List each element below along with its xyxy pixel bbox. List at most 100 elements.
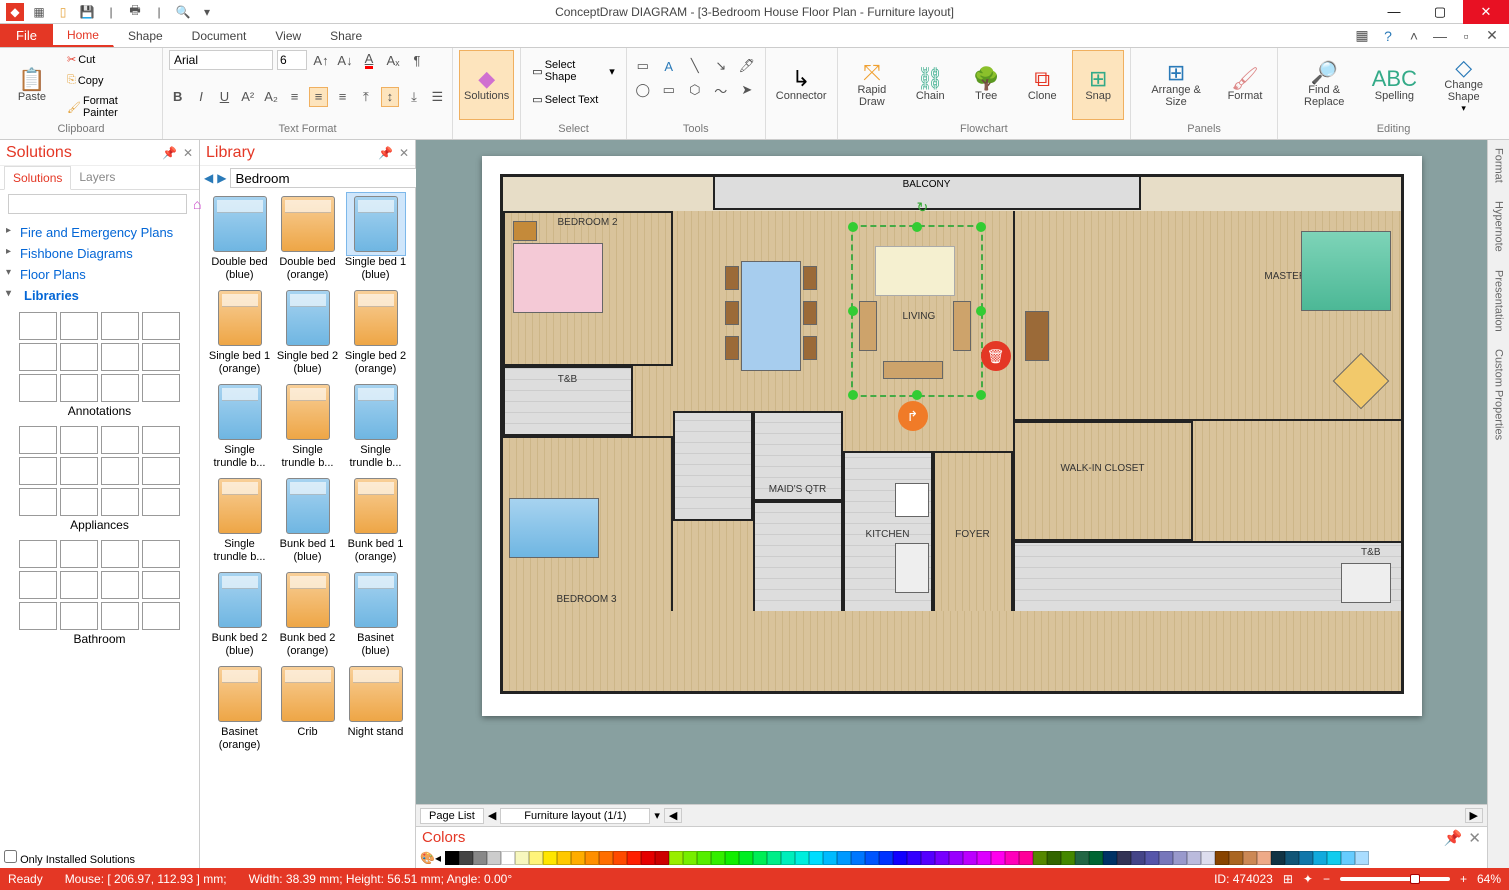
libcat-thumb[interactable] (142, 343, 180, 371)
select-text-button[interactable]: ▭ Select Text (527, 90, 619, 109)
color-swatch[interactable] (529, 851, 543, 865)
lib-next-icon[interactable]: ▶ (217, 171, 226, 185)
selection-living[interactable]: ↻ (851, 225, 983, 397)
layout-icon[interactable]: ▦ (1353, 27, 1371, 44)
libcat-thumb[interactable] (60, 488, 98, 516)
color-swatch[interactable] (1103, 851, 1117, 865)
furn-bed-pink[interactable] (513, 243, 603, 313)
collapse-ribbon-icon[interactable]: ˄ (1405, 28, 1423, 44)
drawing-page[interactable]: BALCONY BEDROOM 2 T&B BEDROOM 3 (482, 156, 1422, 716)
color-swatch[interactable] (725, 851, 739, 865)
color-swatch[interactable] (557, 851, 571, 865)
furn-nightstand[interactable] (513, 221, 537, 241)
color-swatch[interactable] (1299, 851, 1313, 865)
tree-fishbone[interactable]: Fishbone Diagrams (6, 243, 193, 264)
select-shape-button[interactable]: ▭ Select Shape ▾ (527, 56, 619, 86)
color-swatch[interactable] (1117, 851, 1131, 865)
tool-pointer-icon[interactable]: ➤ (737, 80, 757, 100)
tool-arrow-icon[interactable]: ↘ (711, 56, 731, 76)
library-shape[interactable]: Bunk bed 2 (blue) (208, 568, 272, 660)
page-prev-icon[interactable]: ◀ (488, 809, 496, 822)
color-swatch[interactable] (1215, 851, 1229, 865)
rapid-draw-button[interactable]: ⤧Rapid Draw (844, 50, 901, 120)
qat-open-icon[interactable]: ▯ (54, 3, 72, 21)
color-swatch[interactable] (1075, 851, 1089, 865)
furn-chair-master[interactable] (1332, 353, 1389, 410)
color-swatch[interactable] (571, 851, 585, 865)
underline-icon[interactable]: U (216, 87, 233, 107)
canvas-scroll[interactable]: BALCONY BEDROOM 2 T&B BEDROOM 3 (416, 140, 1487, 804)
libcat-thumb[interactable] (101, 374, 139, 402)
tool-rect-icon[interactable]: ▭ (633, 56, 653, 76)
color-swatch[interactable] (907, 851, 921, 865)
library-shape[interactable]: Double bed (blue) (208, 192, 272, 284)
menu-tab-share[interactable]: Share (316, 24, 377, 47)
color-swatch[interactable] (473, 851, 487, 865)
color-swatch[interactable] (739, 851, 753, 865)
color-swatch[interactable] (781, 851, 795, 865)
color-swatch[interactable] (1355, 851, 1369, 865)
tree-fire-emergency[interactable]: Fire and Emergency Plans (6, 222, 193, 243)
furn-tub[interactable] (1341, 563, 1391, 603)
libcat-thumb[interactable] (60, 571, 98, 599)
furn-bed-blue[interactable] (509, 498, 599, 558)
color-swatch[interactable] (767, 851, 781, 865)
maximize-button[interactable]: ▢ (1417, 0, 1463, 24)
color-swatch[interactable] (543, 851, 557, 865)
tool-curve-icon[interactable]: 〜 (711, 80, 731, 100)
color-swatch[interactable] (1061, 851, 1075, 865)
file-tab[interactable]: File (0, 24, 53, 47)
zoom-out-icon[interactable]: − (1323, 872, 1330, 886)
page-list-button[interactable]: Page List (420, 808, 484, 824)
only-installed-checkbox[interactable]: Only Installed Solutions (4, 850, 135, 866)
color-swatch[interactable] (1173, 851, 1187, 865)
color-swatch[interactable] (1285, 851, 1299, 865)
libcat-thumb[interactable] (60, 457, 98, 485)
tree-floor-plans[interactable]: Floor Plans (6, 264, 193, 285)
library-shape[interactable]: Crib (276, 662, 340, 754)
close-panel-icon[interactable]: ✕ (1468, 829, 1481, 847)
libcat-thumb[interactable] (101, 540, 139, 568)
window-min-icon[interactable]: — (1431, 28, 1449, 44)
side-tab-format[interactable]: Format (1493, 148, 1505, 183)
color-swatch[interactable] (487, 851, 501, 865)
color-swatch[interactable] (837, 851, 851, 865)
chain-button[interactable]: ⛓Chain (904, 50, 956, 120)
libcat-thumb[interactable] (60, 602, 98, 630)
menu-tab-shape[interactable]: Shape (114, 24, 178, 47)
clone-button[interactable]: ⧉Clone (1016, 50, 1068, 120)
grow-font-icon[interactable]: A↑ (311, 50, 331, 70)
libcat-thumb[interactable] (101, 312, 139, 340)
library-shape[interactable]: Basinet (orange) (208, 662, 272, 754)
libcat-thumb[interactable] (142, 426, 180, 454)
align-top-icon[interactable]: ⤒ (357, 87, 374, 107)
color-swatch[interactable] (865, 851, 879, 865)
page-scroll-left-icon[interactable]: ◀ (664, 808, 682, 823)
libcat-thumb[interactable] (101, 457, 139, 485)
delete-selection-button[interactable]: 🗑 (981, 341, 1011, 371)
library-shape[interactable]: Bunk bed 2 (orange) (276, 568, 340, 660)
libcat-thumb[interactable] (19, 571, 57, 599)
bold-icon[interactable]: B (169, 87, 186, 107)
color-swatch[interactable] (501, 851, 515, 865)
status-grid-icon[interactable]: ⊞ (1283, 872, 1293, 886)
libcat-thumb[interactable] (142, 540, 180, 568)
color-swatch[interactable] (585, 851, 599, 865)
color-swatch[interactable] (1243, 851, 1257, 865)
library-shape[interactable]: Single trundle b... (208, 380, 272, 472)
color-swatch[interactable] (991, 851, 1005, 865)
libcat-thumb[interactable] (19, 343, 57, 371)
color-swatch[interactable] (851, 851, 865, 865)
close-panel-icon[interactable]: ✕ (183, 146, 193, 160)
format-painter-button[interactable]: 🖌Format Painter (62, 92, 156, 122)
color-swatch[interactable] (641, 851, 655, 865)
home-icon[interactable]: ⌂ (193, 196, 201, 212)
color-swatch[interactable] (809, 851, 823, 865)
qat-zoom-icon[interactable]: 🔍 (174, 3, 192, 21)
color-swatch[interactable] (921, 851, 935, 865)
color-swatch[interactable] (1145, 851, 1159, 865)
italic-icon[interactable]: I (192, 87, 209, 107)
close-button[interactable]: ✕ (1463, 0, 1509, 24)
superscript-icon[interactable]: A² (239, 87, 256, 107)
library-shape[interactable]: Single trundle b... (208, 474, 272, 566)
